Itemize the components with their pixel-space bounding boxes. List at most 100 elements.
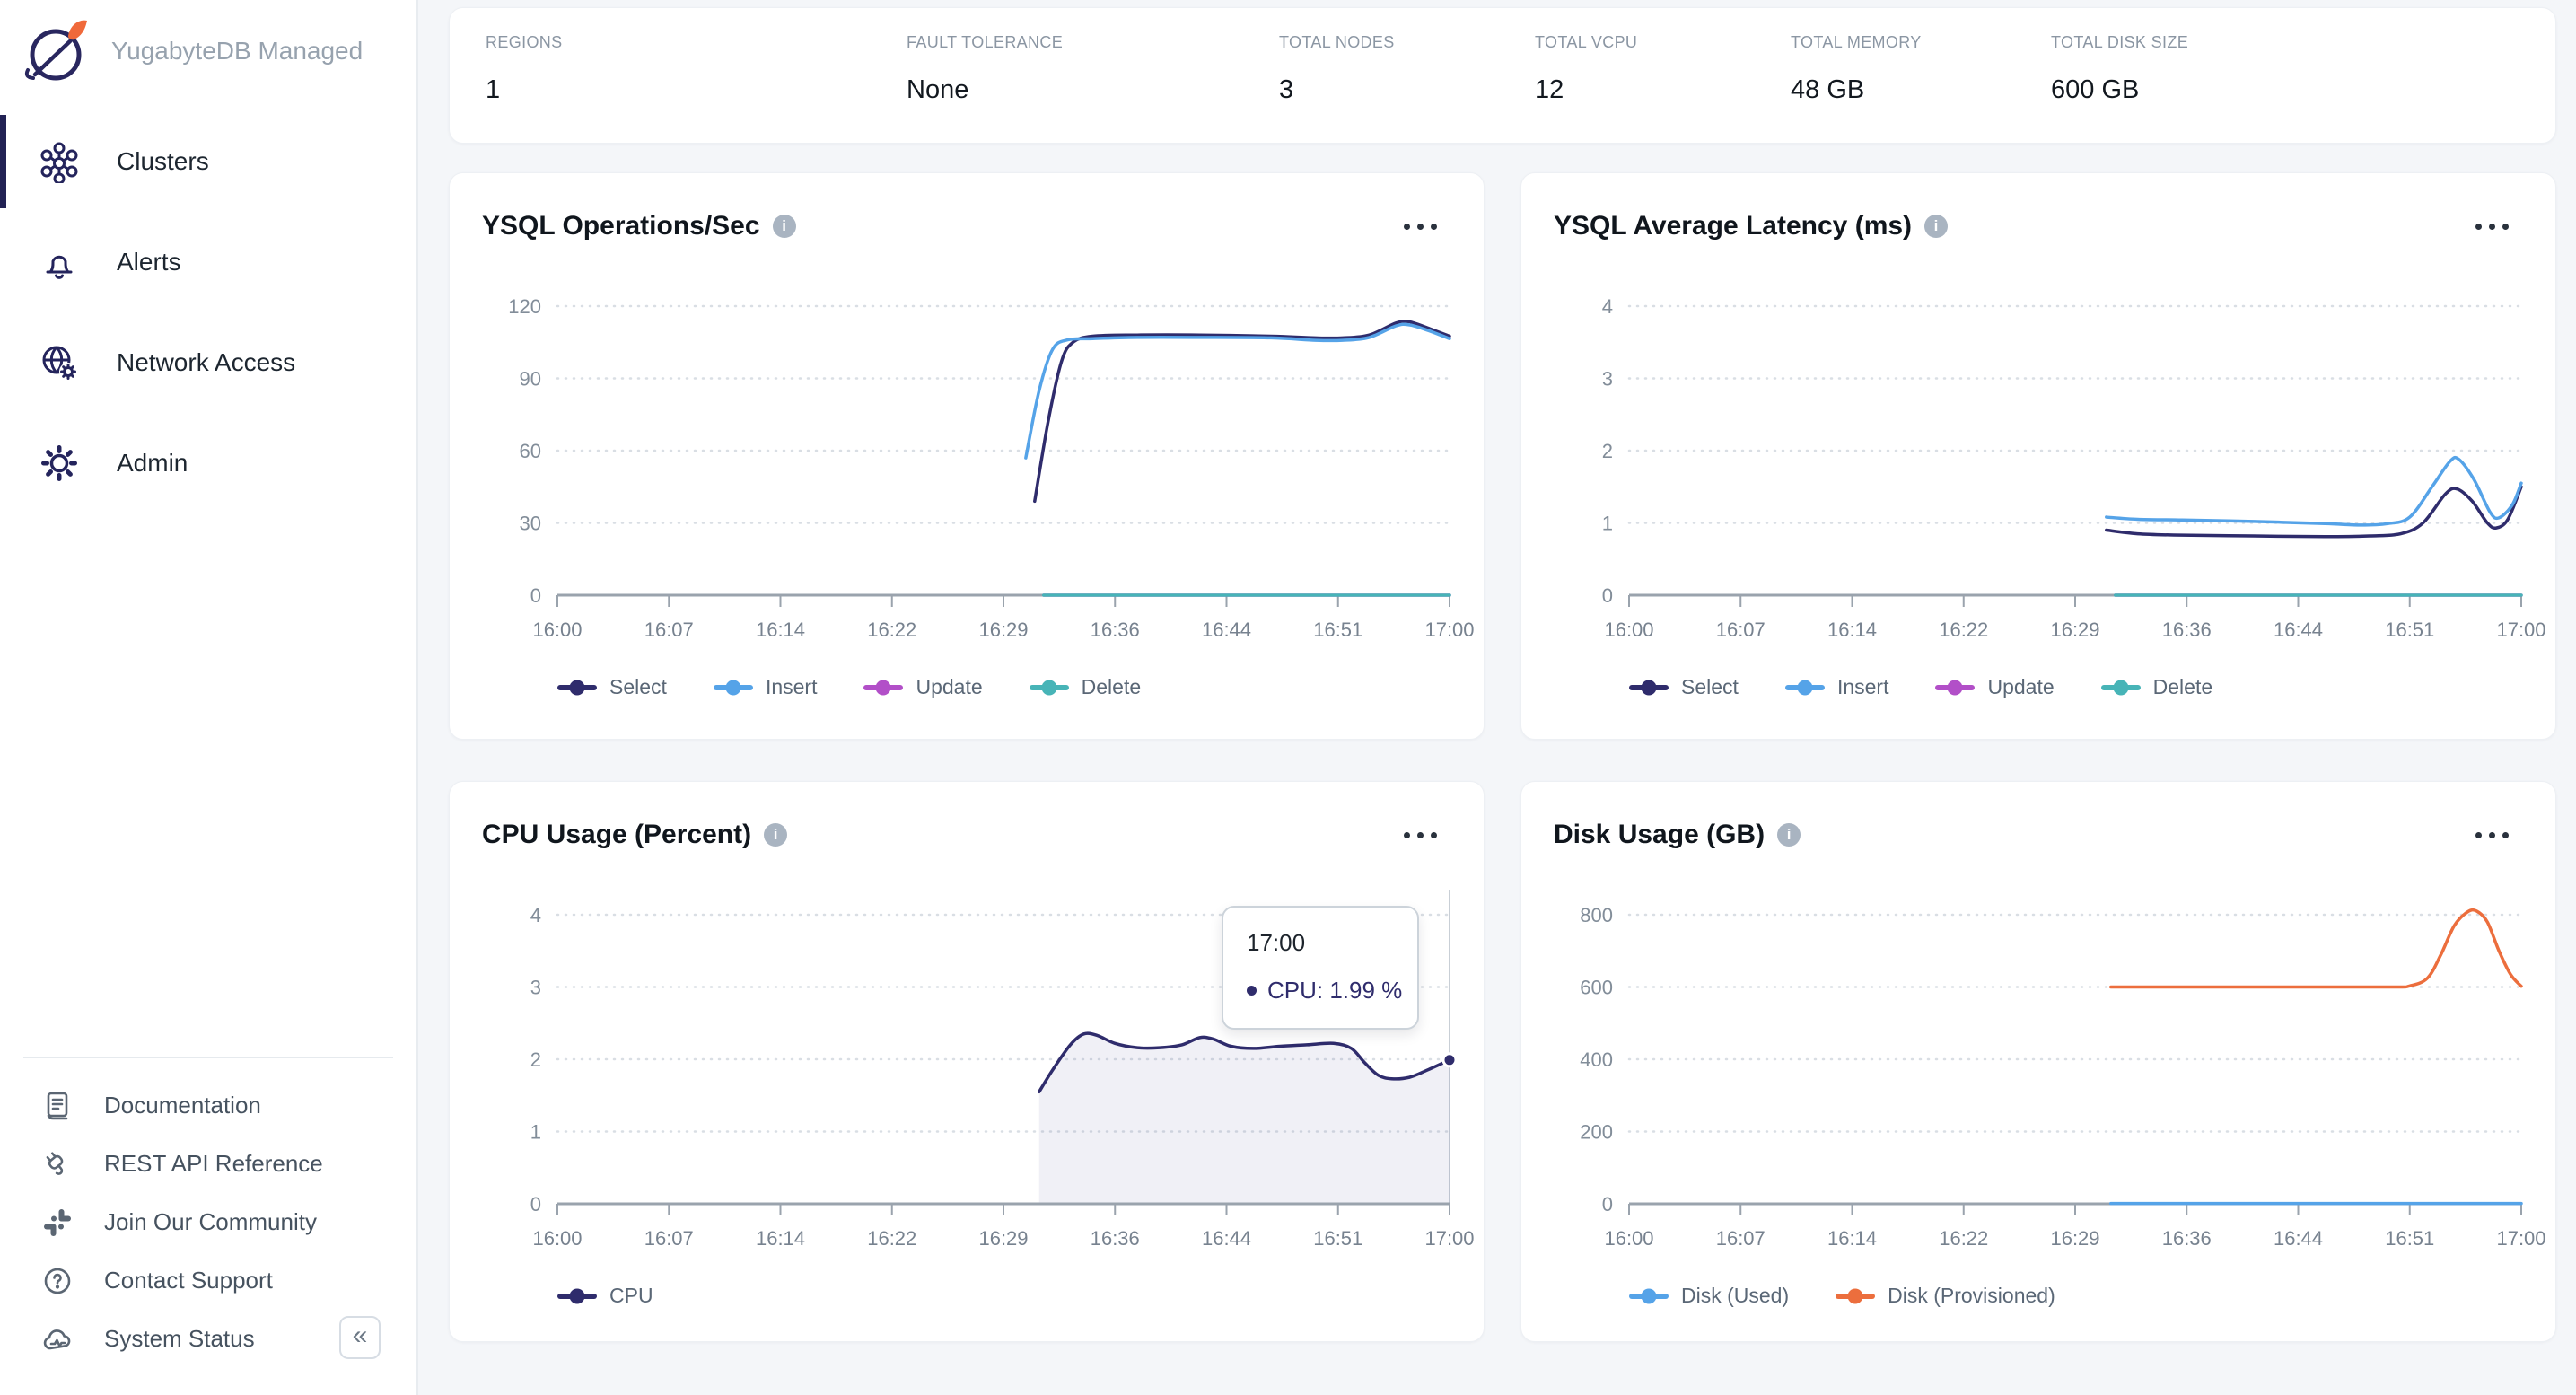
svg-text:16:51: 16:51 xyxy=(1313,1227,1362,1250)
sidebar-collapse-button[interactable] xyxy=(339,1316,381,1359)
footer-item-label: Documentation xyxy=(104,1092,261,1119)
svg-text:16:44: 16:44 xyxy=(1202,619,1251,641)
legend-label: CPU xyxy=(609,1284,653,1308)
legend-item[interactable]: Select xyxy=(557,675,667,699)
chart-header: CPU Usage (Percent) xyxy=(450,782,1484,852)
legend-item[interactable]: Delete xyxy=(1030,675,1141,699)
legend-item[interactable]: Delete xyxy=(2101,675,2212,699)
svg-text:16:44: 16:44 xyxy=(2274,1227,2323,1250)
svg-text:16:51: 16:51 xyxy=(2385,1227,2434,1250)
chart-menu-button[interactable] xyxy=(2475,224,2509,230)
slack-icon xyxy=(41,1206,74,1239)
chart-plot: 030609012016:0016:0716:1416:2216:2916:36… xyxy=(450,270,1484,652)
legend-item[interactable]: Disk (Used) xyxy=(1629,1284,1789,1308)
chart-card-ysql-latency: YSQL Average Latency (ms) 0123416:0016:0… xyxy=(1520,172,2556,740)
chart-legend: Disk (Used) Disk (Provisioned) xyxy=(1629,1284,2555,1308)
sidebar-item-documentation[interactable]: Documentation xyxy=(0,1076,416,1135)
legend-item[interactable]: Insert xyxy=(1785,675,1889,699)
svg-text:0: 0 xyxy=(1602,584,1613,607)
svg-text:16:00: 16:00 xyxy=(1604,619,1653,641)
globe-gear-icon xyxy=(38,341,81,384)
svg-text:3: 3 xyxy=(1602,368,1613,390)
legend-item[interactable]: CPU xyxy=(557,1284,653,1308)
svg-text:16:14: 16:14 xyxy=(756,619,805,641)
chart-header: YSQL Operations/Sec xyxy=(450,173,1484,243)
svg-text:16:00: 16:00 xyxy=(1604,1227,1653,1250)
legend-label: Select xyxy=(1681,675,1739,699)
svg-text:16:51: 16:51 xyxy=(1313,619,1362,641)
legend-item[interactable]: Disk (Provisioned) xyxy=(1836,1284,2055,1308)
stat-value: 3 xyxy=(1279,75,1535,105)
legend-item[interactable]: Insert xyxy=(714,675,818,699)
chart-title: YSQL Operations/Sec xyxy=(482,209,760,243)
yugabyte-logo-icon xyxy=(20,14,93,88)
legend-label: Insert xyxy=(766,675,818,699)
svg-text:2: 2 xyxy=(1602,440,1613,462)
chart-menu-button[interactable] xyxy=(1404,224,1437,230)
sidebar: YugabyteDB Managed Clusters Alerts xyxy=(0,0,418,1395)
svg-text:16:14: 16:14 xyxy=(756,1227,805,1250)
svg-text:16:29: 16:29 xyxy=(978,619,1028,641)
sidebar-item-rest-api-reference[interactable]: REST API Reference xyxy=(0,1135,416,1193)
svg-text:800: 800 xyxy=(1580,904,1613,926)
stat-value: 600 GB xyxy=(2051,75,2555,105)
legend-label: Delete xyxy=(1082,675,1141,699)
svg-text:17:00: 17:00 xyxy=(2496,619,2545,641)
stat-label: TOTAL NODES xyxy=(1279,33,1535,52)
svg-text:16:14: 16:14 xyxy=(1827,619,1877,641)
sidebar-item-contact-support[interactable]: Contact Support xyxy=(0,1251,416,1310)
svg-text:16:51: 16:51 xyxy=(2385,619,2434,641)
info-icon[interactable] xyxy=(764,823,787,847)
svg-text:16:29: 16:29 xyxy=(2050,619,2099,641)
info-icon[interactable] xyxy=(773,215,796,238)
tooltip-value: CPU: 1.99 % xyxy=(1267,977,1402,1005)
sidebar-item-network-access[interactable]: Network Access xyxy=(0,312,416,413)
chart-legend: Select Insert Update Delete xyxy=(1629,675,2555,699)
brand: YugabyteDB Managed xyxy=(0,0,416,97)
cluster-summary-bar: REGIONS 1 FAULT TOLERANCE None TOTAL NOD… xyxy=(449,7,2556,144)
info-icon[interactable] xyxy=(1924,215,1948,238)
legend-label: Update xyxy=(916,675,982,699)
sidebar-nav: Clusters Alerts Network Access xyxy=(0,111,416,513)
legend-item[interactable]: Update xyxy=(1935,675,2054,699)
legend-item[interactable]: Select xyxy=(1629,675,1739,699)
svg-text:16:29: 16:29 xyxy=(978,1227,1028,1250)
sidebar-item-alerts[interactable]: Alerts xyxy=(0,212,416,312)
svg-text:4: 4 xyxy=(530,904,541,926)
svg-text:16:07: 16:07 xyxy=(644,619,694,641)
svg-text:16:00: 16:00 xyxy=(532,1227,582,1250)
svg-text:0: 0 xyxy=(530,584,541,607)
chart-tooltip: 17:00 CPU: 1.99 % xyxy=(1222,906,1419,1030)
chart-card-disk-usage: Disk Usage (GB) 020040060080016:0016:071… xyxy=(1520,781,2556,1342)
footer-item-label: System Status xyxy=(104,1325,255,1353)
chart-header: Disk Usage (GB) xyxy=(1521,782,2555,852)
divider xyxy=(23,1057,393,1058)
sidebar-item-join-our-community[interactable]: Join Our Community xyxy=(0,1193,416,1251)
stat-value: 1 xyxy=(486,75,907,105)
stat-total-memory: TOTAL MEMORY 48 GB xyxy=(1791,33,2051,143)
brand-name: YugabyteDB Managed xyxy=(111,37,363,66)
legend-label: Disk (Provisioned) xyxy=(1888,1284,2055,1308)
sidebar-item-admin[interactable]: Admin xyxy=(0,413,416,513)
chart-title: Disk Usage (GB) xyxy=(1554,818,1765,852)
stat-value: None xyxy=(907,75,1279,105)
stat-label: FAULT TOLERANCE xyxy=(907,33,1279,52)
legend-item[interactable]: Update xyxy=(863,675,982,699)
svg-text:17:00: 17:00 xyxy=(2496,1227,2545,1250)
info-icon[interactable] xyxy=(1777,823,1801,847)
sidebar-item-clusters[interactable]: Clusters xyxy=(0,111,416,212)
svg-text:16:44: 16:44 xyxy=(1202,1227,1251,1250)
stat-total-disk-size: TOTAL DISK SIZE 600 GB xyxy=(2051,33,2555,143)
svg-text:30: 30 xyxy=(520,513,541,535)
svg-text:16:36: 16:36 xyxy=(2162,1227,2212,1250)
svg-text:90: 90 xyxy=(520,368,541,390)
chart-menu-button[interactable] xyxy=(2475,832,2509,838)
svg-text:16:36: 16:36 xyxy=(2162,619,2212,641)
svg-text:16:29: 16:29 xyxy=(2050,1227,2099,1250)
svg-text:16:00: 16:00 xyxy=(532,619,582,641)
chart-title: YSQL Average Latency (ms) xyxy=(1554,209,1912,243)
chart-menu-button[interactable] xyxy=(1404,832,1437,838)
svg-text:16:07: 16:07 xyxy=(644,1227,694,1250)
svg-text:16:36: 16:36 xyxy=(1091,619,1140,641)
svg-text:16:22: 16:22 xyxy=(1939,1227,1988,1250)
